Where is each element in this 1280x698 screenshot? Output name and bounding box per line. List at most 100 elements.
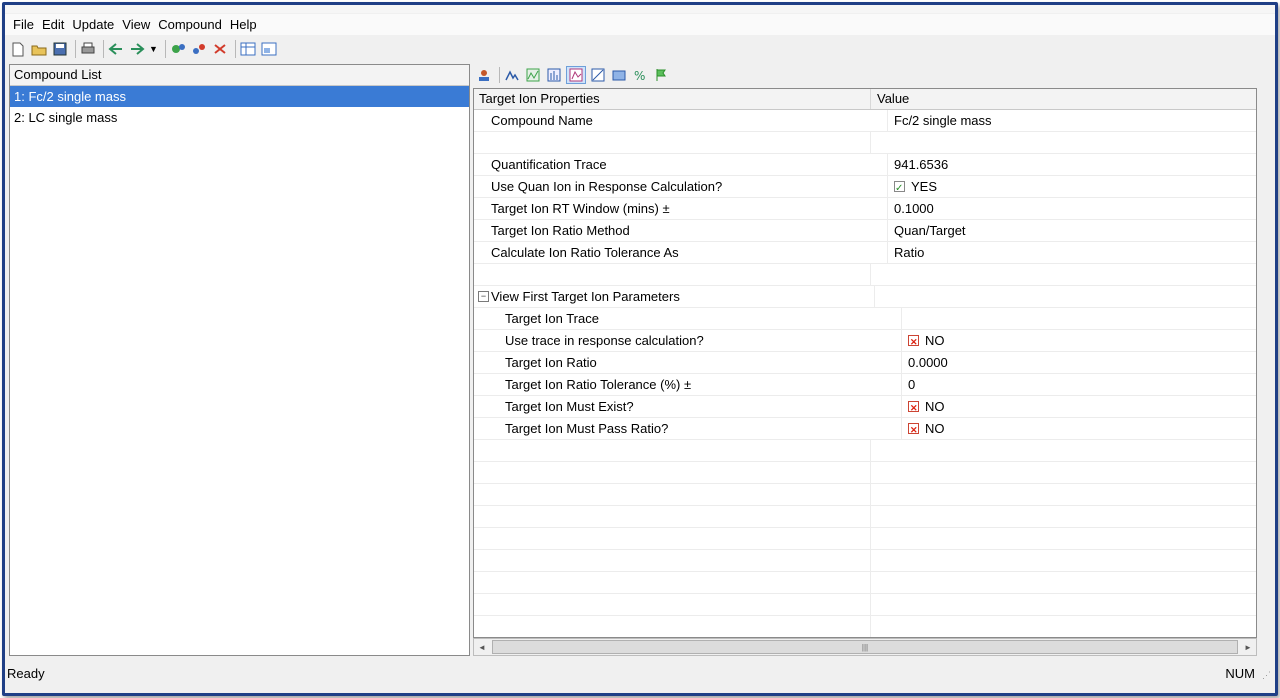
table-row: [474, 440, 1256, 462]
properties-panel: % Target Ion Properties Value Compound N…: [471, 64, 1257, 656]
chromatogram-icon[interactable]: [524, 67, 542, 83]
property-column-header: Target Ion Properties: [479, 91, 600, 106]
scroll-right-icon[interactable]: ►: [1240, 640, 1256, 654]
app-window: File Edit Update View Compound Help ▼ Co…: [2, 2, 1278, 696]
title-strip: [5, 5, 1275, 13]
checkbox-checked-icon[interactable]: [894, 178, 905, 199]
compound-add-icon[interactable]: [169, 40, 187, 58]
new-file-icon[interactable]: [9, 40, 27, 58]
checkbox-value: NO: [925, 421, 945, 436]
compound-link-icon[interactable]: [190, 40, 208, 58]
compound-list-item[interactable]: 1: Fc/2 single mass: [10, 86, 469, 107]
menu-bar: File Edit Update View Compound Help: [5, 14, 1275, 35]
checkbox-value: YES: [911, 179, 938, 194]
calibration-icon[interactable]: [589, 67, 607, 83]
property-value[interactable]: 0.0000: [901, 352, 1256, 373]
property-value[interactable]: 0.1000: [887, 198, 1256, 219]
print-icon[interactable]: [79, 40, 97, 58]
menu-compound[interactable]: Compound: [155, 17, 227, 32]
properties-toolbar: %: [471, 64, 1257, 86]
compound-list-header: Compound List: [10, 65, 469, 86]
table-row[interactable]: Target Ion Ratio 0.0000: [474, 352, 1256, 374]
resize-grip-icon[interactable]: ⋰: [1262, 670, 1271, 681]
checkbox-unchecked-icon[interactable]: [908, 332, 919, 353]
horizontal-scrollbar[interactable]: ◄ ||| ►: [473, 638, 1257, 656]
property-label: Target Ion Must Exist?: [505, 399, 634, 414]
checkbox-unchecked-icon[interactable]: [908, 420, 919, 441]
property-value[interactable]: NO: [901, 396, 1256, 419]
main-toolbar: ▼: [5, 36, 1275, 62]
compound-list-item[interactable]: 2: LC single mass: [10, 107, 469, 128]
status-bar: Ready NUM ⋰: [5, 661, 1275, 685]
flag-icon[interactable]: [652, 67, 670, 83]
property-value[interactable]: [901, 308, 1256, 329]
table-row[interactable]: Target Ion Ratio Method Quan/Target: [474, 220, 1256, 242]
property-label: Use trace in response calculation?: [505, 333, 704, 348]
toolbar-separator: [75, 40, 76, 58]
property-label: Target Ion Ratio Method: [491, 223, 630, 238]
table-row[interactable]: Calculate Ion Ratio Tolerance As Ratio: [474, 242, 1256, 264]
table-row: [474, 462, 1256, 484]
menu-file[interactable]: File: [10, 17, 39, 32]
property-value[interactable]: YES: [887, 176, 1256, 199]
table-row[interactable]: Target Ion Trace: [474, 308, 1256, 330]
property-value[interactable]: NO: [901, 330, 1256, 353]
grid-header: Target Ion Properties Value: [474, 89, 1256, 110]
save-icon[interactable]: [51, 40, 69, 58]
property-value[interactable]: Quan/Target: [887, 220, 1256, 241]
property-label: Target Ion Ratio Tolerance (%) ±: [505, 377, 692, 392]
toolbar-separator: [103, 40, 104, 58]
property-value[interactable]: 0: [901, 374, 1256, 395]
checkbox-unchecked-icon[interactable]: [908, 398, 919, 419]
table-row: [474, 550, 1256, 572]
table-row[interactable]: Compound Name Fc/2 single mass: [474, 110, 1256, 132]
open-folder-icon[interactable]: [30, 40, 48, 58]
property-value[interactable]: Fc/2 single mass: [887, 110, 1256, 131]
section-label: View First Target Ion Parameters: [491, 289, 680, 304]
scroll-left-icon[interactable]: ◄: [474, 640, 490, 654]
property-value[interactable]: 941.6536: [887, 154, 1256, 175]
peak-detection-icon[interactable]: [503, 67, 521, 83]
menu-view[interactable]: View: [119, 17, 155, 32]
checkbox-value: NO: [925, 333, 945, 348]
table-row[interactable]: Quantification Trace 941.6536: [474, 154, 1256, 176]
table-row[interactable]: Target Ion Must Pass Ratio? NO: [474, 418, 1256, 441]
target-ion-icon[interactable]: [566, 66, 586, 84]
spectrum-icon[interactable]: [545, 67, 563, 83]
table-row: [474, 572, 1256, 594]
property-label: Compound Name: [491, 113, 593, 128]
table-row[interactable]: Use trace in response calculation? NO: [474, 330, 1256, 353]
toolbar-separator: [234, 40, 236, 58]
table-row[interactable]: − View First Target Ion Parameters: [474, 286, 1256, 308]
table-row[interactable]: Target Ion RT Window (mins) ± 0.1000: [474, 198, 1256, 220]
scrollbar-thumb[interactable]: |||: [492, 640, 1238, 654]
property-label: Target Ion RT Window (mins) ±: [491, 201, 670, 216]
menu-help[interactable]: Help: [227, 17, 262, 32]
compound-delete-icon[interactable]: [211, 40, 229, 58]
table-row[interactable]: Target Ion Must Exist? NO: [474, 396, 1256, 419]
property-value[interactable]: NO: [901, 418, 1256, 441]
section-header[interactable]: − View First Target Ion Parameters: [474, 286, 874, 307]
back-arrow-icon[interactable]: [107, 40, 125, 58]
collapse-icon[interactable]: −: [478, 291, 489, 302]
menu-edit[interactable]: Edit: [39, 17, 69, 32]
svg-text:%: %: [634, 69, 645, 82]
property-value[interactable]: Ratio: [887, 242, 1256, 263]
table-view-icon[interactable]: [239, 40, 257, 58]
toolbar-separator: [499, 67, 500, 83]
checkbox-value: NO: [925, 399, 945, 414]
dropdown-arrow-icon[interactable]: ▼: [149, 44, 158, 54]
property-label: Target Ion Trace: [505, 311, 599, 326]
percent-icon[interactable]: %: [631, 67, 649, 83]
value-column-header: Value: [870, 89, 1256, 109]
menu-update[interactable]: Update: [69, 17, 119, 32]
compound-list-panel: Compound List 1: Fc/2 single mass 2: LC …: [9, 64, 470, 656]
window-view-icon[interactable]: [260, 40, 278, 58]
table-row[interactable]: Use Quan Ion in Response Calculation? YE…: [474, 176, 1256, 199]
qualifier-icon[interactable]: [610, 67, 628, 83]
forward-arrow-icon[interactable]: [128, 40, 146, 58]
table-row: [474, 264, 1256, 286]
general-properties-icon[interactable]: [475, 67, 493, 83]
property-label: Use Quan Ion in Response Calculation?: [491, 179, 723, 194]
table-row[interactable]: Target Ion Ratio Tolerance (%) ± 0: [474, 374, 1256, 396]
